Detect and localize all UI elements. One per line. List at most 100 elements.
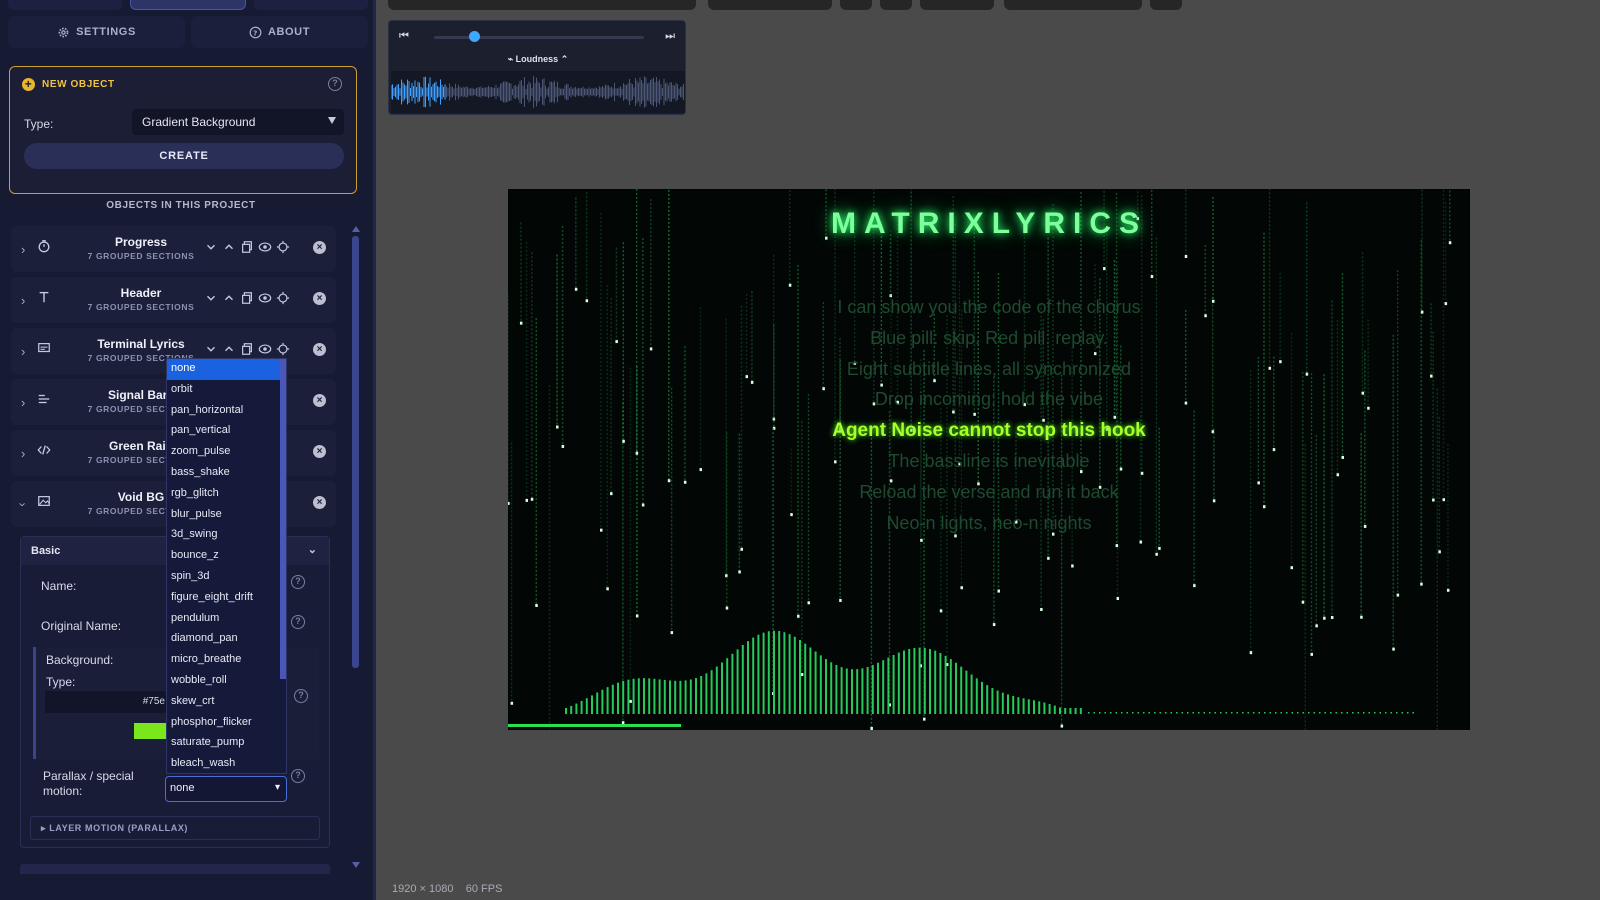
motion-option[interactable]: phosphor_flicker bbox=[167, 713, 286, 734]
motion-option[interactable]: spin_3d bbox=[167, 567, 286, 588]
background-help-icon[interactable]: ? bbox=[294, 689, 308, 703]
delete-icon[interactable]: × bbox=[313, 496, 326, 509]
delete-icon[interactable]: × bbox=[313, 292, 326, 305]
duplicate-icon[interactable] bbox=[240, 291, 254, 305]
rain-head bbox=[807, 601, 811, 605]
top-tab-2[interactable] bbox=[130, 0, 246, 10]
motion-dropdown-list[interactable]: none orbit pan_horizontal pan_vertical zoom_… bbox=[166, 358, 287, 774]
signal-bar-idle bbox=[1269, 712, 1271, 714]
chevron-right-icon[interactable]: › bbox=[21, 344, 25, 359]
motion-option[interactable]: pan_vertical bbox=[167, 421, 286, 442]
motion-option[interactable]: zoom_pulse bbox=[167, 442, 286, 463]
original-name-help-icon[interactable]: ? bbox=[291, 615, 305, 629]
motion-option[interactable]: rgb_glitch bbox=[167, 484, 286, 505]
chevron-right-icon[interactable]: › bbox=[21, 242, 25, 257]
signal-bar-idle bbox=[1198, 712, 1200, 714]
crosshair-icon[interactable] bbox=[276, 342, 290, 356]
delete-icon[interactable]: × bbox=[313, 241, 326, 254]
move-up-icon[interactable] bbox=[222, 291, 236, 305]
toolbar-group-3[interactable] bbox=[920, 0, 994, 10]
toolbar-search[interactable] bbox=[1004, 0, 1142, 10]
sidebar-scrollbar[interactable] bbox=[352, 226, 360, 868]
object-row-progress[interactable]: › Progress 7 GROUPED SECTIONS × bbox=[11, 226, 336, 272]
rain-head bbox=[629, 699, 632, 703]
loudness-toggle[interactable]: ⌁ Loudness ⌃ bbox=[389, 54, 687, 65]
motion-option[interactable]: 3d_swing bbox=[167, 525, 286, 546]
motion-option[interactable]: bounce_z bbox=[167, 546, 286, 567]
create-button[interactable]: CREATE bbox=[24, 143, 344, 169]
move-down-icon[interactable] bbox=[204, 291, 218, 305]
lyric-line-active: Agent Noise cannot stop this hook bbox=[832, 420, 1146, 442]
video-preview[interactable]: MATRIXLYRICS I can show you the code of … bbox=[508, 189, 1470, 730]
chevron-right-icon[interactable]: › bbox=[21, 293, 25, 308]
object-row-header[interactable]: › Header 7 GROUPED SECTIONS × bbox=[11, 277, 336, 323]
motion-option[interactable]: saturate_pump bbox=[167, 733, 286, 754]
motion-option[interactable]: bleach_wash bbox=[167, 754, 286, 773]
motion-option[interactable]: orbit bbox=[167, 380, 286, 401]
signal-bar-idle bbox=[1324, 712, 1326, 714]
delete-icon[interactable]: × bbox=[313, 343, 326, 356]
chevron-down-icon[interactable]: › bbox=[16, 502, 31, 506]
settings-label: SETTINGS bbox=[76, 26, 136, 38]
move-up-icon[interactable] bbox=[222, 240, 236, 254]
scroll-up-icon[interactable] bbox=[352, 226, 360, 232]
skip-back-icon[interactable]: ⏮ bbox=[399, 30, 409, 43]
audio-seek-knob[interactable] bbox=[468, 31, 480, 42]
chevron-right-icon[interactable]: › bbox=[21, 446, 25, 461]
settings-button[interactable]: SETTINGS bbox=[8, 16, 185, 48]
toolbar-button-a[interactable] bbox=[840, 0, 872, 10]
rain-head bbox=[1438, 550, 1441, 554]
motion-option[interactable]: micro_breathe bbox=[167, 650, 286, 671]
delete-icon[interactable]: × bbox=[313, 394, 326, 407]
about-label: ABOUT bbox=[267, 26, 311, 38]
top-tab-1[interactable] bbox=[8, 0, 122, 10]
eye-icon[interactable] bbox=[258, 240, 272, 254]
signal-bar-idle bbox=[1088, 712, 1090, 714]
motion-option[interactable]: none bbox=[167, 359, 286, 380]
motion-option[interactable]: figure_eight_drift bbox=[167, 588, 286, 609]
eye-icon[interactable] bbox=[258, 291, 272, 305]
crosshair-icon[interactable] bbox=[276, 291, 290, 305]
eye-icon[interactable] bbox=[258, 342, 272, 356]
motion-option[interactable]: bass_shake bbox=[167, 463, 286, 484]
chevron-down-icon: ▾ bbox=[274, 782, 280, 793]
signal-bar-idle bbox=[1286, 712, 1288, 714]
chevron-right-icon[interactable]: › bbox=[21, 395, 25, 410]
chevron-down-icon[interactable]: ⌄ bbox=[308, 543, 317, 556]
toolbar-button-c[interactable] bbox=[1150, 0, 1182, 10]
motion-select[interactable]: none ▾ bbox=[165, 776, 287, 802]
toolbar-group-1[interactable] bbox=[388, 0, 696, 10]
new-object-help-icon[interactable]: ? bbox=[328, 77, 342, 91]
toolbar-group-2[interactable] bbox=[708, 0, 832, 10]
color-hex-input[interactable]: #75e bbox=[45, 691, 171, 713]
motion-option[interactable]: skew_crt bbox=[167, 692, 286, 713]
about-button[interactable]: ? ABOUT bbox=[191, 16, 368, 48]
audio-waveform[interactable] bbox=[391, 71, 685, 113]
rain-head bbox=[1301, 600, 1305, 604]
duplicate-icon[interactable] bbox=[240, 240, 254, 254]
duplicate-icon[interactable] bbox=[240, 342, 254, 356]
name-help-icon[interactable]: ? bbox=[291, 575, 305, 589]
move-down-icon[interactable] bbox=[204, 342, 218, 356]
crosshair-icon[interactable] bbox=[276, 240, 290, 254]
fps-readout: 60 FPS bbox=[465, 883, 503, 895]
audio-seek-track[interactable] bbox=[434, 36, 644, 39]
delete-icon[interactable]: × bbox=[313, 445, 326, 458]
scrollbar-thumb[interactable] bbox=[352, 236, 359, 668]
motion-help-icon[interactable]: ? bbox=[291, 769, 305, 783]
motion-option[interactable]: blur_pulse bbox=[167, 505, 286, 526]
next-section-bar[interactable] bbox=[20, 864, 330, 874]
toolbar-button-b[interactable] bbox=[880, 0, 912, 10]
dropdown-scrollbar[interactable] bbox=[280, 359, 286, 679]
skip-forward-icon[interactable]: ⏭ bbox=[665, 30, 675, 43]
object-type-select[interactable]: Gradient Background bbox=[132, 109, 344, 135]
top-tab-3[interactable] bbox=[254, 0, 368, 10]
motion-option[interactable]: pan_horizontal bbox=[167, 401, 286, 422]
move-up-icon[interactable] bbox=[222, 342, 236, 356]
layer-motion-toggle[interactable]: ▸ LAYER MOTION (PARALLAX) bbox=[30, 816, 320, 840]
motion-option[interactable]: diamond_pan bbox=[167, 629, 286, 650]
motion-option[interactable]: pendulum bbox=[167, 609, 286, 630]
move-down-icon[interactable] bbox=[204, 240, 218, 254]
scroll-down-icon[interactable] bbox=[352, 862, 360, 868]
motion-option[interactable]: wobble_roll bbox=[167, 671, 286, 692]
